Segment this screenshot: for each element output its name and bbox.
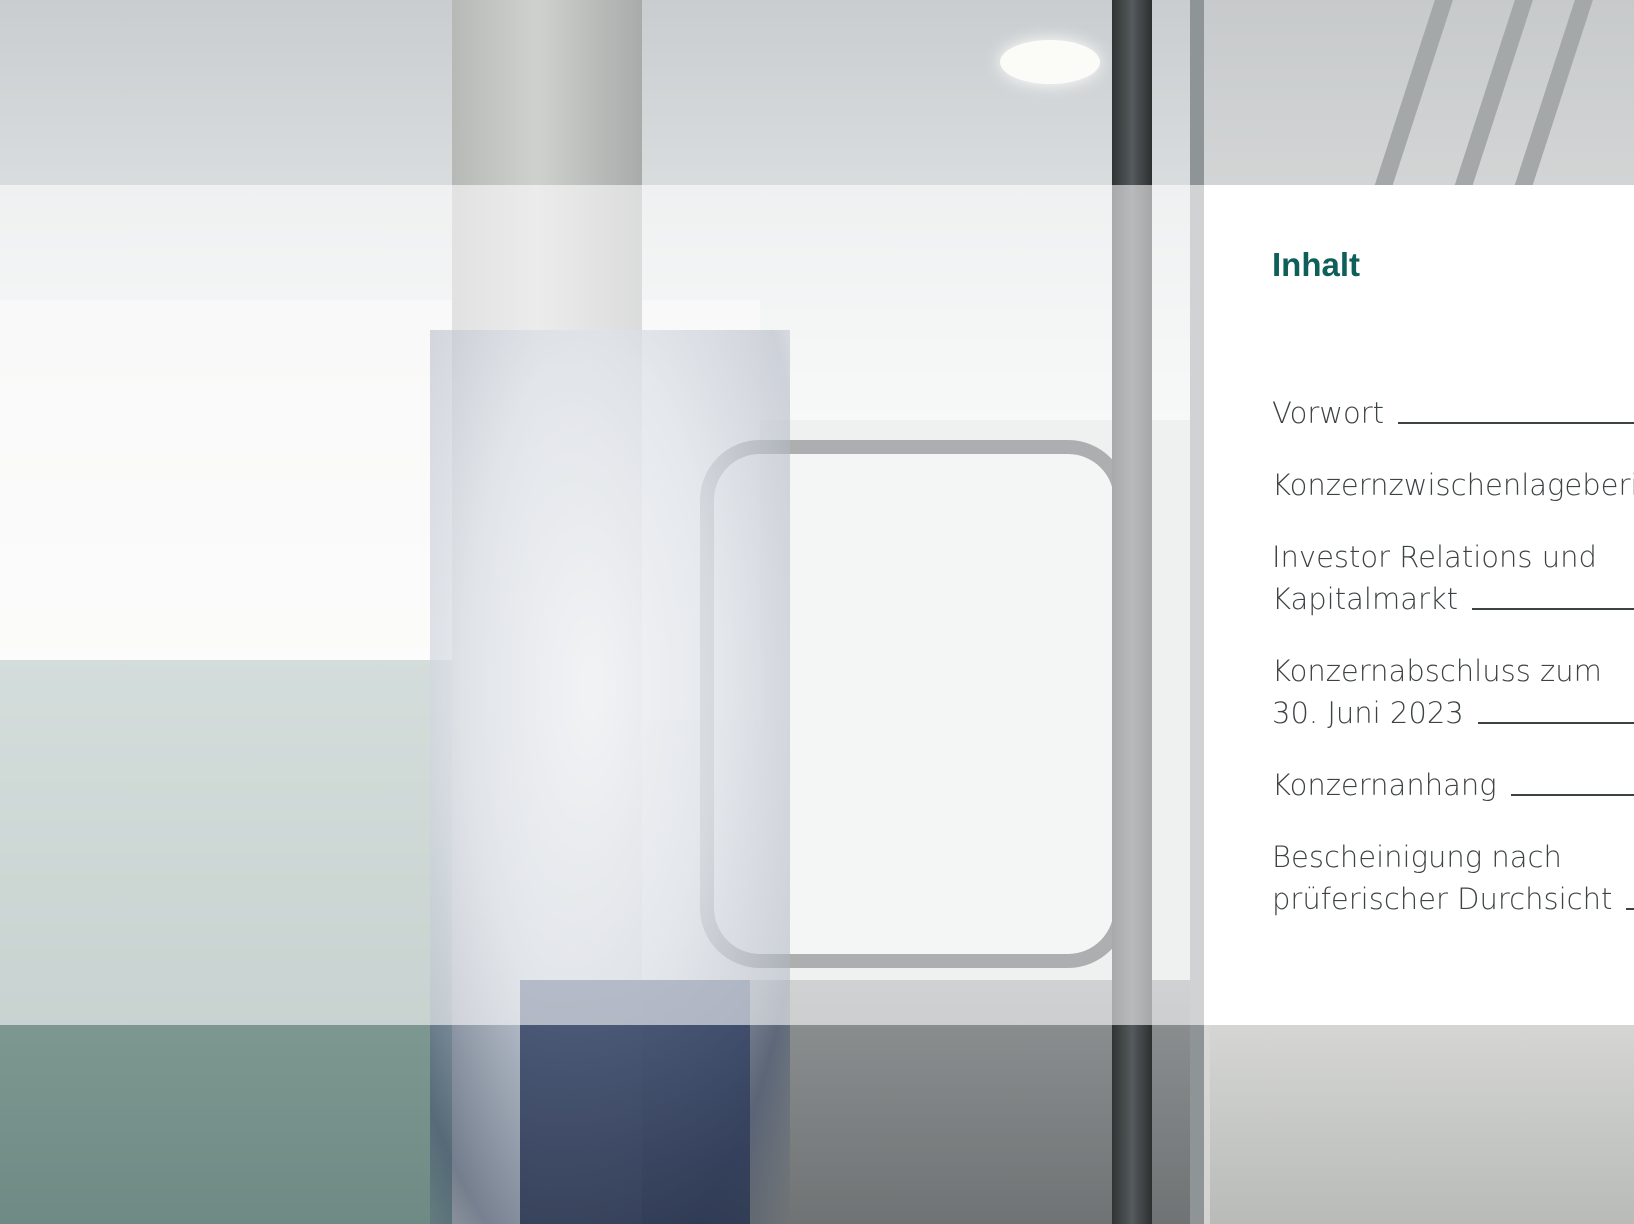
toc-item-line: Konzernanhang — [1272, 764, 1634, 806]
toc-item-label: Konzernzwischenlageberic — [1272, 468, 1634, 502]
toc-item-label: Vorwort — [1272, 396, 1385, 430]
toc-leader-line — [1472, 608, 1634, 610]
toc-item-line: Investor Relations und — [1272, 536, 1634, 578]
toc-item-label: Konzernabschluss zum — [1272, 654, 1602, 688]
ceiling-light — [1000, 40, 1100, 84]
toc-leader-line — [1398, 422, 1634, 424]
toc-item[interactable]: Konzernabschluss zum 30. Juni 2023 — [1272, 650, 1634, 734]
toc-item-line: 30. Juni 2023 — [1272, 692, 1634, 734]
toc-item[interactable]: Konzernanhang — [1272, 764, 1634, 806]
ceiling-beam — [1373, 0, 1453, 190]
floor-right — [1210, 1020, 1634, 1224]
toc-item-label: Kapitalmarkt — [1272, 582, 1459, 616]
toc-item[interactable]: Investor Relations und Kapitalmarkt — [1272, 536, 1634, 620]
toc-item-label: Bescheinigung nach — [1272, 840, 1562, 874]
toc-leader-line — [1510, 794, 1634, 796]
toc-item[interactable]: Vorwort — [1272, 392, 1634, 434]
table-of-contents: Vorwort Konzernzwischenlageberic Investor … — [1272, 392, 1634, 950]
toc-item-label: prüferischer Durchsicht — [1272, 882, 1613, 916]
toc-item-label: Investor Relations und — [1272, 540, 1597, 574]
toc-item[interactable]: Konzernzwischenlageberic — [1272, 464, 1634, 506]
toc-item-label: Konzernanhang — [1272, 768, 1497, 802]
toc-leader-line — [1626, 908, 1634, 910]
ceiling-beam — [1513, 0, 1593, 190]
toc-item-line: Vorwort — [1272, 392, 1634, 434]
toc-item-line: Bescheinigung nach — [1272, 836, 1634, 878]
toc-item-line: Konzernabschluss zum — [1272, 650, 1634, 692]
ceiling-beam — [1453, 0, 1533, 190]
page-title: Inhalt — [1272, 246, 1360, 283]
toc-item-label: 30. Juni 2023 — [1272, 696, 1464, 730]
toc-item-line: prüferischer Durchsicht — [1272, 878, 1634, 920]
toc-leader-line — [1477, 722, 1634, 724]
toc-item-line: Konzernzwischenlageberic — [1272, 464, 1634, 506]
toc-item[interactable]: Bescheinigung nach prüferischer Durchsich… — [1272, 836, 1634, 920]
toc-item-line: Kapitalmarkt — [1272, 578, 1634, 620]
